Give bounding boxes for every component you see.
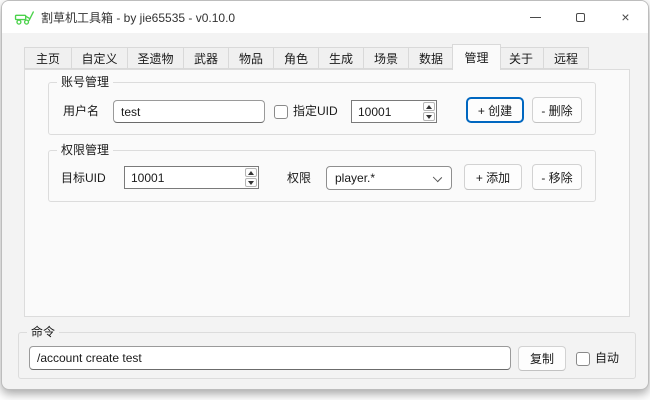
spin-up-button[interactable] — [245, 168, 257, 177]
close-icon: × — [621, 10, 629, 24]
permission-management-group: 权限管理 目标UID 10001 权限 player.* + 添加 - 移除 — [48, 150, 596, 202]
spin-down-button[interactable] — [245, 178, 257, 187]
specify-uid-checkbox[interactable] — [274, 105, 288, 119]
arrow-up-icon — [248, 171, 254, 175]
permission-value: player.* — [335, 171, 375, 185]
command-group: 命令 复制 自动 — [18, 332, 636, 379]
command-group-title: 命令 — [27, 325, 59, 340]
minimize-button[interactable] — [513, 1, 558, 33]
permission-group-title: 权限管理 — [57, 143, 113, 158]
tab-custom[interactable]: 自定义 — [72, 47, 128, 69]
uid-stepper[interactable]: 10001 — [351, 100, 437, 123]
uid-spinner — [422, 101, 436, 122]
lawn-mower-icon — [13, 7, 35, 27]
auto-checkbox[interactable] — [576, 352, 590, 366]
auto-label: 自动 — [595, 351, 619, 366]
target-uid-label: 目标UID — [61, 171, 106, 186]
tab-data[interactable]: 数据 — [409, 47, 454, 69]
tab-remote[interactable]: 远程 — [544, 47, 589, 69]
tab-strip: 主页 自定义 圣遗物 武器 物品 角色 生成 场景 数据 管理 关于 远程 — [24, 47, 589, 69]
tab-management[interactable]: 管理 — [452, 44, 501, 70]
uid-value: 10001 — [352, 101, 422, 122]
target-uid-value: 10001 — [125, 167, 244, 188]
tab-artifact[interactable]: 圣遗物 — [128, 47, 184, 69]
specify-uid-label: 指定UID — [293, 104, 338, 119]
tab-item[interactable]: 物品 — [229, 47, 274, 69]
tab-weapon[interactable]: 武器 — [184, 47, 229, 69]
minimize-icon — [530, 17, 541, 18]
close-button[interactable]: × — [603, 1, 648, 33]
target-uid-spinner — [244, 167, 258, 188]
permission-label: 权限 — [287, 171, 311, 186]
spin-down-button[interactable] — [423, 112, 435, 121]
account-management-group: 账号管理 用户名 指定UID 10001 + 创建 - 删除 — [48, 82, 596, 135]
window-title: 割草机工具箱 - by jie65535 - v0.10.0 — [41, 9, 235, 26]
command-input[interactable] — [29, 346, 511, 370]
tab-avatar[interactable]: 角色 — [274, 47, 319, 69]
username-input[interactable] — [113, 100, 265, 123]
username-label: 用户名 — [63, 104, 99, 119]
target-uid-stepper[interactable]: 10001 — [124, 166, 259, 189]
copy-command-button[interactable]: 复制 — [518, 346, 566, 371]
specify-uid-checkbox-row: 指定UID — [274, 104, 338, 119]
arrow-up-icon — [426, 105, 432, 109]
maximize-button[interactable] — [558, 1, 603, 33]
tab-home[interactable]: 主页 — [24, 47, 72, 69]
arrow-down-icon — [426, 115, 432, 119]
tab-spawn[interactable]: 生成 — [319, 47, 364, 69]
account-group-title: 账号管理 — [57, 75, 113, 90]
create-account-button[interactable]: + 创建 — [466, 97, 524, 123]
management-tab-page: 账号管理 用户名 指定UID 10001 + 创建 - 删除 权限管理 目标UI… — [24, 69, 630, 317]
tab-scene[interactable]: 场景 — [364, 47, 409, 69]
arrow-down-icon — [248, 181, 254, 185]
app-window: 割草机工具箱 - by jie65535 - v0.10.0 × 主页 自定义 … — [1, 0, 649, 390]
permission-combobox[interactable]: player.* — [326, 166, 452, 190]
tab-about[interactable]: 关于 — [499, 47, 544, 69]
spin-up-button[interactable] — [423, 102, 435, 111]
add-permission-button[interactable]: + 添加 — [464, 164, 522, 190]
delete-account-button[interactable]: - 删除 — [532, 97, 582, 123]
chevron-down-icon — [433, 173, 442, 182]
title-bar: 割草机工具箱 - by jie65535 - v0.10.0 × — [2, 1, 648, 33]
maximize-icon — [576, 13, 585, 22]
auto-checkbox-row: 自动 — [576, 351, 619, 366]
remove-permission-button[interactable]: - 移除 — [532, 164, 582, 190]
